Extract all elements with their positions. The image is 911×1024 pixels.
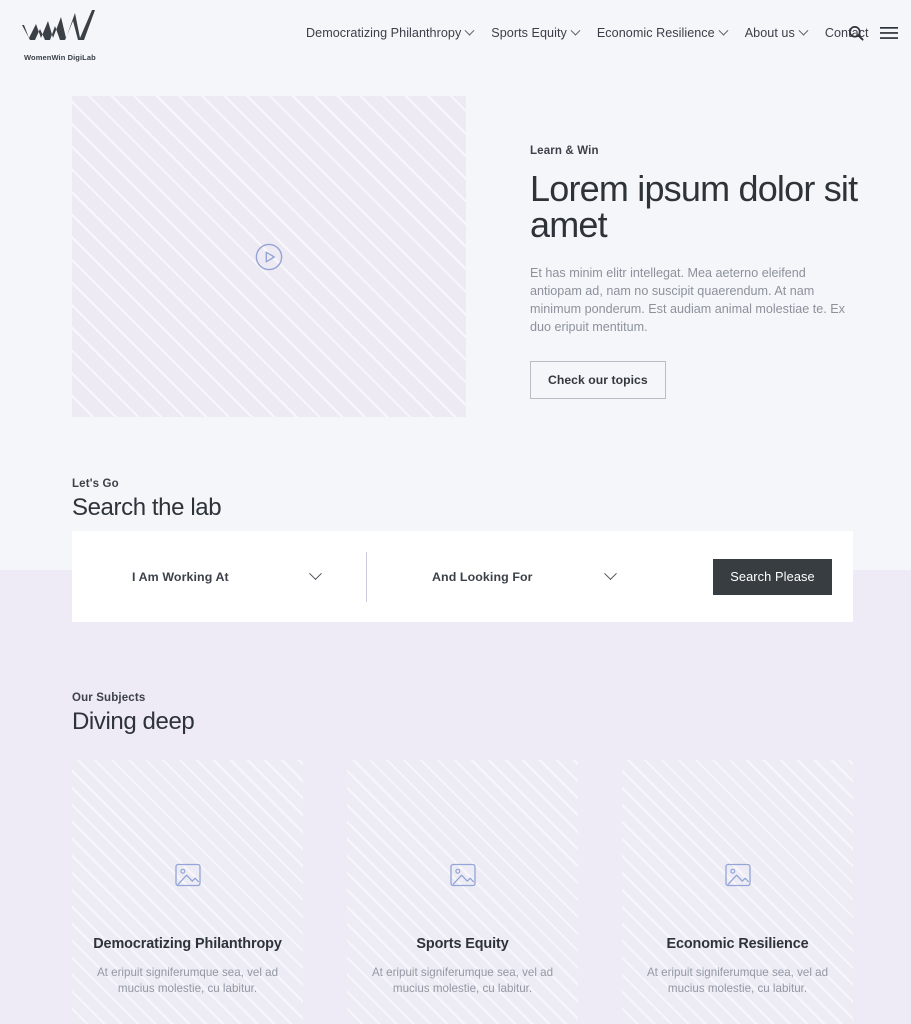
- nav-item-economic-resilience[interactable]: Economic Resilience: [588, 25, 736, 40]
- hero-title: Lorem ipsum dolor sit amet: [530, 168, 858, 245]
- chevron-down-icon: [570, 25, 581, 36]
- search-section-heading: Let's Go Search the lab: [72, 478, 222, 522]
- chevron-down-icon: [604, 567, 617, 581]
- chevron-down-icon: [309, 567, 322, 581]
- subject-card-description: At eripuit signiferumque sea, vel ad muc…: [646, 966, 829, 996]
- nav-item-sports-equity[interactable]: Sports Equity: [482, 25, 588, 40]
- subjects-section-title: Diving deep: [72, 708, 195, 735]
- subjects-section-eyebrow: Our Subjects: [72, 692, 146, 704]
- search-please-button[interactable]: Search Please: [713, 558, 832, 595]
- hero-video-placeholder[interactable]: [72, 96, 466, 417]
- header-actions: [846, 0, 899, 66]
- womenwin-logo-mark-icon: [22, 9, 132, 47]
- looking-for-select-value: And Looking For: [432, 569, 533, 584]
- subject-card-description: At eripuit signiferumque sea, vel ad muc…: [371, 966, 554, 996]
- hero-text-block: Learn & Win Lorem ipsum dolor sit amet E…: [530, 145, 860, 399]
- subjects-section-heading: Our Subjects Diving deep: [72, 692, 195, 736]
- search-bar-panel: I Am Working At And Looking For Search P…: [72, 531, 853, 622]
- check-our-topics-button[interactable]: Check our topics: [530, 360, 666, 399]
- subject-card-title: Democratizing Philanthropy: [93, 936, 282, 952]
- search-section-eyebrow: Let's Go: [72, 478, 119, 490]
- subject-card[interactable]: Democratizing Philanthropy At eripuit si…: [72, 760, 303, 1024]
- working-at-select[interactable]: I Am Working At: [72, 531, 366, 622]
- landing-page: WomenWin DigiLab Democratizing Philanthr…: [0, 0, 911, 1024]
- nav-item-about-us[interactable]: About us: [736, 25, 816, 40]
- working-at-select-value: I Am Working At: [132, 569, 229, 584]
- play-circle-icon[interactable]: [255, 243, 283, 271]
- hero-eyebrow: Learn & Win: [530, 145, 599, 157]
- search-icon[interactable]: [846, 23, 866, 43]
- subject-card-description: At eripuit signiferumque sea, vel ad muc…: [96, 966, 279, 996]
- image-placeholder-icon: [449, 862, 476, 893]
- subject-card-grid: Democratizing Philanthropy At eripuit si…: [72, 760, 853, 1024]
- nav-label: Democratizing Philanthropy: [306, 26, 462, 40]
- main-navigation: Democratizing Philanthropy Sports Equity…: [306, 0, 878, 66]
- nav-label: Economic Resilience: [596, 26, 715, 40]
- site-header: WomenWin DigiLab Democratizing Philanthr…: [0, 0, 911, 66]
- nav-label: About us: [744, 26, 795, 40]
- hero-body-text: Et has minim elitr intellegat. Mea aeter…: [530, 266, 845, 334]
- looking-for-select[interactable]: And Looking For: [367, 531, 661, 622]
- nav-label: Sports Equity: [491, 26, 567, 40]
- subject-card[interactable]: Sports Equity At eripuit signiferumque s…: [347, 760, 578, 1024]
- nav-item-democratizing-philanthropy[interactable]: Democratizing Philanthropy: [306, 25, 482, 40]
- chevron-down-icon: [798, 25, 809, 36]
- image-placeholder-icon: [724, 862, 751, 893]
- search-section-title: Search the lab: [72, 494, 222, 521]
- chevron-down-icon: [464, 25, 475, 36]
- subject-card-title: Sports Equity: [416, 936, 509, 952]
- image-placeholder-icon: [174, 862, 201, 893]
- site-logo[interactable]: WomenWin DigiLab: [22, 9, 132, 65]
- subject-card-title: Economic Resilience: [666, 936, 809, 952]
- chevron-down-icon: [718, 25, 729, 36]
- subject-card[interactable]: Economic Resilience At eripuit signiferu…: [622, 760, 853, 1024]
- logo-caption: WomenWin DigiLab: [24, 53, 96, 62]
- hamburger-menu-icon[interactable]: [879, 23, 899, 43]
